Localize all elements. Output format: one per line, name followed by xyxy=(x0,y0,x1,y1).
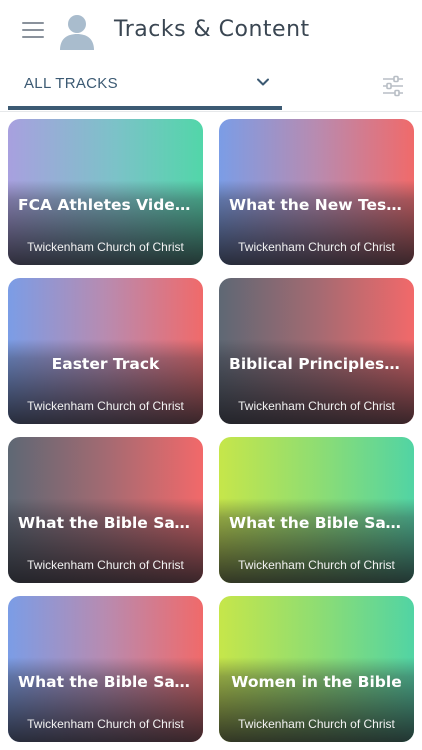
tracks-grid: FCA Athletes Video T... Twickenham Churc… xyxy=(0,112,422,750)
filter-sliders-icon[interactable] xyxy=(381,74,405,98)
track-card-title: Biblical Principles for ... xyxy=(229,355,404,373)
track-card[interactable]: Women in the Bible Twickenham Church of … xyxy=(219,596,414,742)
track-card-title: FCA Athletes Video T... xyxy=(18,196,193,214)
track-card[interactable]: What the Bible Says ... Twickenham Churc… xyxy=(8,437,203,583)
track-card-subtitle: Twickenham Church of Christ xyxy=(27,717,184,731)
track-card-title: Easter Track xyxy=(51,355,160,373)
track-card-title: What the Bible Says ... xyxy=(18,514,193,532)
track-card-subtitle: Twickenham Church of Christ xyxy=(238,240,395,254)
app-header: Tracks & Content xyxy=(0,0,422,62)
track-card[interactable]: What the Bible Says ... Twickenham Churc… xyxy=(219,437,414,583)
tracks-dropdown[interactable]: ALL TRACKS xyxy=(8,62,282,110)
filter-bar: ALL TRACKS xyxy=(0,62,422,112)
chevron-down-icon xyxy=(256,75,270,89)
track-card-subtitle: Twickenham Church of Christ xyxy=(238,717,395,731)
track-card[interactable]: Easter Track Twickenham Church of Christ xyxy=(8,278,203,424)
track-card-subtitle: Twickenham Church of Christ xyxy=(27,558,184,572)
track-card[interactable]: What the New Testa... Twickenham Church … xyxy=(219,119,414,265)
track-card[interactable]: Biblical Principles for ... Twickenham C… xyxy=(219,278,414,424)
track-card-title: What the Bible Says ... xyxy=(229,514,404,532)
track-card[interactable]: What the Bible Says ... Twickenham Churc… xyxy=(8,596,203,742)
track-card-title: What the New Testa... xyxy=(229,196,404,214)
user-avatar-icon[interactable] xyxy=(58,12,96,52)
track-card-title: Women in the Bible xyxy=(231,673,402,691)
tracks-dropdown-label: ALL TRACKS xyxy=(24,75,118,92)
track-card-subtitle: Twickenham Church of Christ xyxy=(27,399,184,413)
track-card-title: What the Bible Says ... xyxy=(18,673,193,691)
track-card-subtitle: Twickenham Church of Christ xyxy=(27,240,184,254)
track-card-subtitle: Twickenham Church of Christ xyxy=(238,558,395,572)
page-title: Tracks & Content xyxy=(114,17,310,42)
track-card-subtitle: Twickenham Church of Christ xyxy=(238,399,395,413)
hamburger-menu-icon[interactable] xyxy=(22,22,44,40)
track-card[interactable]: FCA Athletes Video T... Twickenham Churc… xyxy=(8,119,203,265)
